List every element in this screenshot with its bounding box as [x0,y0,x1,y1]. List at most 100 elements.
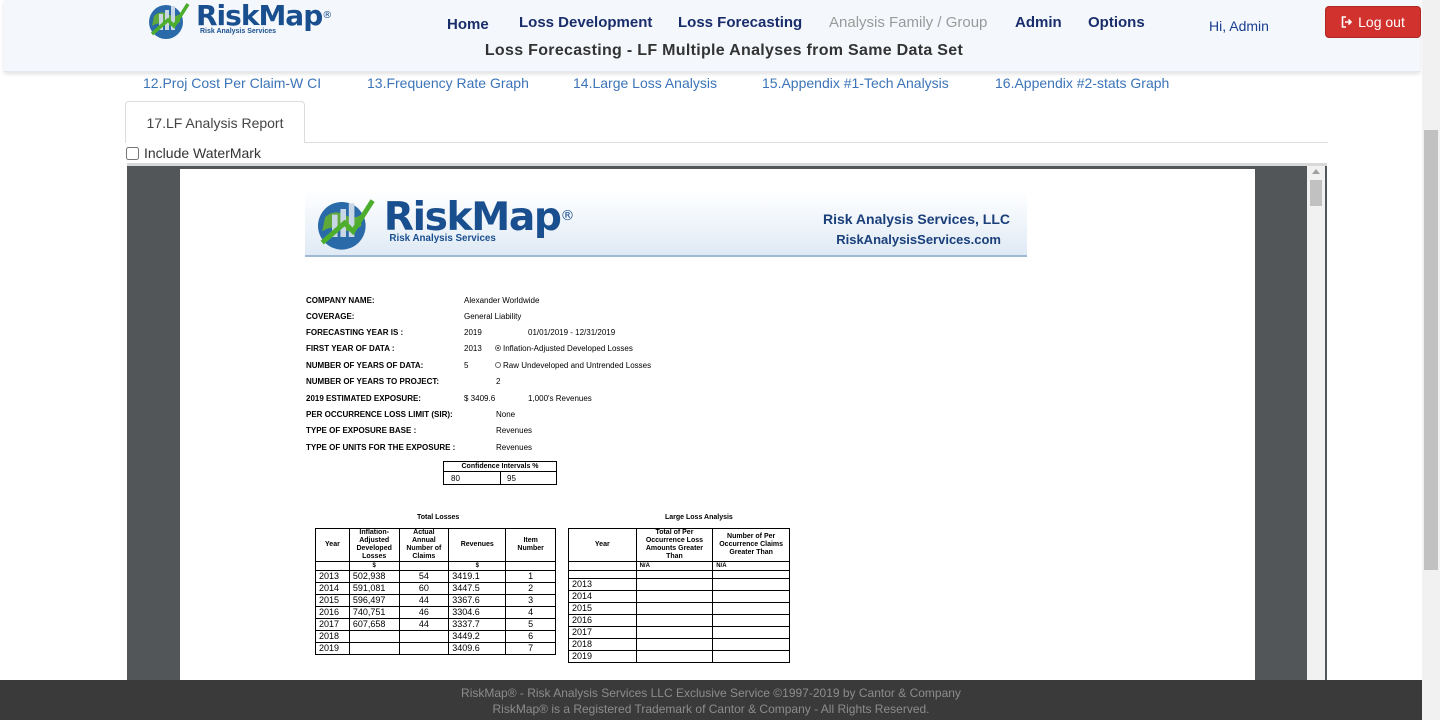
table-row: 2013 502,938 54 3419.1 1 [315,570,556,583]
table-cell: 591,081 [348,582,400,595]
field-value: Alexander Worldwide [464,296,540,305]
table-row: 2013 [568,578,790,591]
logo-text: RiskMap [383,193,562,240]
tab-appendix-2[interactable]: 16.Appendix #2-stats Graph [995,75,1169,91]
field-value: 2 [496,377,501,386]
radio-selected-icon [495,344,501,351]
ci-divider [500,472,501,485]
logo-registered-mark: ® [560,209,575,225]
nav-analysis-family-group[interactable]: Analysis Family / Group [829,14,987,31]
table-cell [635,626,714,639]
table-cell: 596,497 [348,594,400,607]
pdf-viewer[interactable]: RiskMap® Risk Analysis Services Risk Ana… [127,163,1327,689]
logo-registered-mark: ® [322,10,332,21]
table-cell: 607,658 [348,618,400,631]
column-header: Inflation-Adjusted Developed Losses [348,528,400,562]
tab-proj-cost-per-claim[interactable]: 12.Proj Cost Per Claim-W CI [143,75,321,91]
table-cell [568,570,637,579]
watermark-option[interactable]: Include WaterMark [126,145,261,161]
globe-logo-icon [149,3,190,39]
table-cell: 2016 [315,606,350,619]
field-label: NUMBER OF YEARS TO PROJECT: [306,377,440,386]
field-value: None [496,410,516,419]
field-label: FORECASTING YEAR IS : [306,328,404,337]
table-cell: 46 [398,606,450,619]
footer-line-2: RiskMap® is a Registered Trademark of Ca… [492,702,930,716]
field-value: General Liability [464,312,522,321]
field-label: NUMBER OF YEARS OF DATA: [306,361,424,370]
tab-large-loss-analysis[interactable]: 14.Large Loss Analysis [573,75,717,91]
pdf-scroll-thumb[interactable] [1310,180,1322,206]
table-row: 2019 [568,650,790,663]
table-cell: 44 [398,594,450,607]
table-cell [712,626,790,639]
unit-cell [568,561,637,571]
watermark-label: Include WaterMark [144,145,261,161]
table-cell: 2015 [315,594,350,607]
riskmap-logo[interactable]: RiskMap® Risk Analysis Services [144,0,332,42]
table-cell: 2013 [568,578,637,591]
table-row: 2015 [568,602,790,615]
page-title: Loss Forecasting - LF Multiple Analyses … [484,42,964,59]
sign-out-icon [1341,16,1353,28]
radio-unselected-icon [495,361,501,368]
app-header: RiskMap® Risk Analysis Services Home Los… [4,0,1421,72]
table-cell: 3367.6 [448,594,507,607]
table-cell [348,630,400,643]
table-cell: 1 [505,570,556,583]
table-cell: 2019 [315,642,350,655]
ci-value: 80 [451,474,460,483]
table-cell: 3 [505,594,556,607]
unit-cell [398,561,450,571]
watermark-checkbox[interactable] [126,146,139,160]
tab-frequency-rate-graph[interactable]: 13.Frequency Rate Graph [367,75,529,91]
table-cell: 2018 [568,638,637,651]
nav-admin[interactable]: Admin [1015,14,1062,31]
table-cell [635,638,714,651]
table-cell: 2019 [568,650,637,663]
table-row: 2017 [568,626,790,639]
logout-button[interactable]: Log out [1325,6,1421,38]
table-row: 2018 3449.2 6 [315,630,556,643]
nav-home[interactable]: Home [447,16,489,33]
unit-cell: $ [448,561,507,571]
unit-cell [505,561,556,571]
large-loss-table: Year Total of Per Occurrence Loss Amount… [568,528,790,663]
logo-subtitle: Risk Analysis Services [200,28,277,35]
loss-type-option: Raw Undeveloped and Untrended Losses [495,361,651,370]
page-scroll-thumb[interactable] [1424,130,1438,570]
ci-value: 95 [507,474,516,483]
table-cell: 2013 [315,570,350,583]
table-cell [635,570,714,579]
banner-url: RiskAnalysisServices.com [836,232,1001,247]
field-label: FIRST YEAR OF DATA : [306,344,395,353]
table-cell [635,578,714,591]
field-label: COVERAGE: [306,312,355,321]
logout-label: Log out [1358,14,1405,30]
table-row: 2016 [568,614,790,627]
table-cell: 4 [505,606,556,619]
table-cell [398,642,450,655]
column-header: Total of Per Occurrence Loss Amounts Gre… [635,528,714,562]
table-cell: 2016 [568,614,637,627]
column-header: Year [568,528,637,562]
table-cell: 2014 [568,590,637,603]
field-value: Revenues [496,443,533,452]
table-cell: 2 [505,582,556,595]
field-label: TYPE OF UNITS FOR THE EXPOSURE : [306,443,456,452]
nav-loss-development[interactable]: Loss Development [519,14,652,31]
pdf-scrollbar[interactable] [1307,166,1325,686]
tab-lf-analysis-report[interactable]: 17.LF Analysis Report [125,101,305,143]
scroll-up-arrow-icon[interactable] [1312,169,1320,174]
footer: RiskMap® - Risk Analysis Services LLC Ex… [0,680,1422,720]
table-cell [712,638,790,651]
table-cell: 6 [505,630,556,643]
report-page: RiskMap® Risk Analysis Services Risk Ana… [180,169,1255,689]
tab-divider [305,142,1328,143]
table-cell [712,614,790,627]
tab-appendix-1[interactable]: 15.Appendix #1-Tech Analysis [762,75,949,91]
option-label: Raw Undeveloped and Untrended Losses [503,361,652,370]
page-scrollbar[interactable] [1422,0,1440,720]
nav-loss-forecasting[interactable]: Loss Forecasting [678,14,802,31]
nav-options[interactable]: Options [1088,14,1145,31]
